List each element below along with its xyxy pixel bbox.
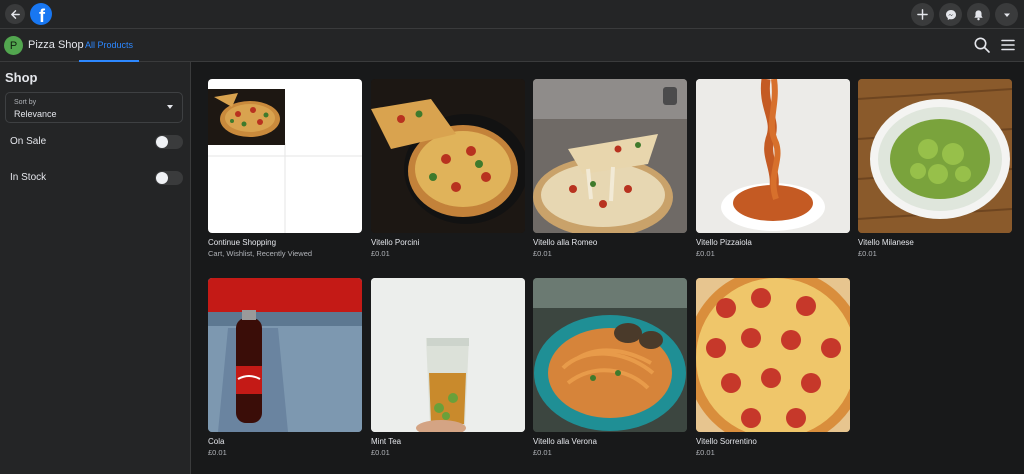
caret-down-icon [1003, 13, 1010, 17]
product-price: £0.01 [696, 249, 715, 258]
logo-letter: f [39, 5, 45, 26]
tab-all-products[interactable]: All Products [79, 29, 139, 62]
shop-header: P Pizza Shop All Products [0, 29, 1024, 62]
continue-shopping-thumbnail [208, 79, 362, 233]
bell-icon [974, 9, 983, 20]
product-price: £0.01 [371, 249, 390, 258]
cola-image [208, 278, 362, 432]
product-title: Vitello alla Verona [533, 437, 597, 446]
filter-on-sale: On Sale [10, 135, 183, 149]
product-price: £0.01 [371, 448, 390, 457]
filter-sidebar: Shop Sort by Relevance On Sale In Stock [0, 62, 191, 474]
product-price: £0.01 [533, 448, 552, 457]
product-price: £0.01 [858, 249, 877, 258]
product-title: Vitello Pizzaiola [696, 238, 752, 247]
product-price: £0.01 [696, 448, 715, 457]
in-stock-toggle[interactable] [155, 171, 183, 185]
back-button[interactable] [5, 4, 25, 24]
product-price: £0.01 [533, 249, 552, 258]
product-title: Vitello alla Romeo [533, 238, 598, 247]
hamburger-icon [1001, 39, 1015, 51]
create-button[interactable] [911, 3, 934, 26]
sort-value: Relevance [14, 109, 57, 119]
messenger-button[interactable] [939, 3, 962, 26]
plus-icon [917, 9, 928, 20]
filter-label: In Stock [10, 172, 47, 183]
on-sale-toggle[interactable] [155, 135, 183, 149]
product-price: £0.01 [208, 448, 227, 457]
caret-down-icon [167, 105, 173, 109]
toggle-knob [156, 136, 168, 148]
toggle-knob [156, 172, 168, 184]
search-icon [974, 37, 990, 53]
facebook-logo-icon[interactable]: f [30, 3, 52, 25]
vitello-porcini-image [371, 79, 525, 233]
vitello-alla-verona-image [533, 278, 687, 432]
product-subtitle: Cart, Wishlist, Recently Viewed [208, 249, 313, 258]
vitello-alla-romeo-image [533, 79, 687, 233]
product-title: Mint Tea [371, 437, 402, 446]
shop-avatar[interactable]: P [4, 36, 23, 55]
product-title: Vitello Milanese [858, 238, 914, 247]
vitello-milanese-image [858, 79, 1012, 233]
sort-dropdown[interactable]: Sort by Relevance [5, 92, 183, 123]
top-actions [911, 3, 1018, 26]
product-title: Cola [208, 437, 225, 446]
account-menu-button[interactable] [995, 3, 1018, 26]
notifications-button[interactable] [967, 3, 990, 26]
sidebar-title: Shop [5, 70, 38, 85]
filter-in-stock: In Stock [10, 171, 183, 185]
product-title: Vitello Porcini [371, 238, 420, 247]
messenger-icon [945, 9, 956, 20]
shop-name[interactable]: Pizza Shop [28, 39, 84, 51]
filter-label: On Sale [10, 136, 47, 147]
top-bar: f [0, 0, 1024, 29]
vitello-sorrentino-image [696, 278, 850, 432]
product-title: Vitello Sorrentino [696, 437, 757, 446]
sort-caption: Sort by [14, 99, 37, 106]
arrow-left-icon [10, 9, 20, 19]
product-title: Continue Shopping [208, 238, 277, 247]
search-button[interactable] [973, 36, 991, 54]
menu-button[interactable] [1000, 37, 1016, 53]
mint-tea-image [371, 278, 525, 432]
vitello-pizzaiola-image [696, 79, 850, 233]
